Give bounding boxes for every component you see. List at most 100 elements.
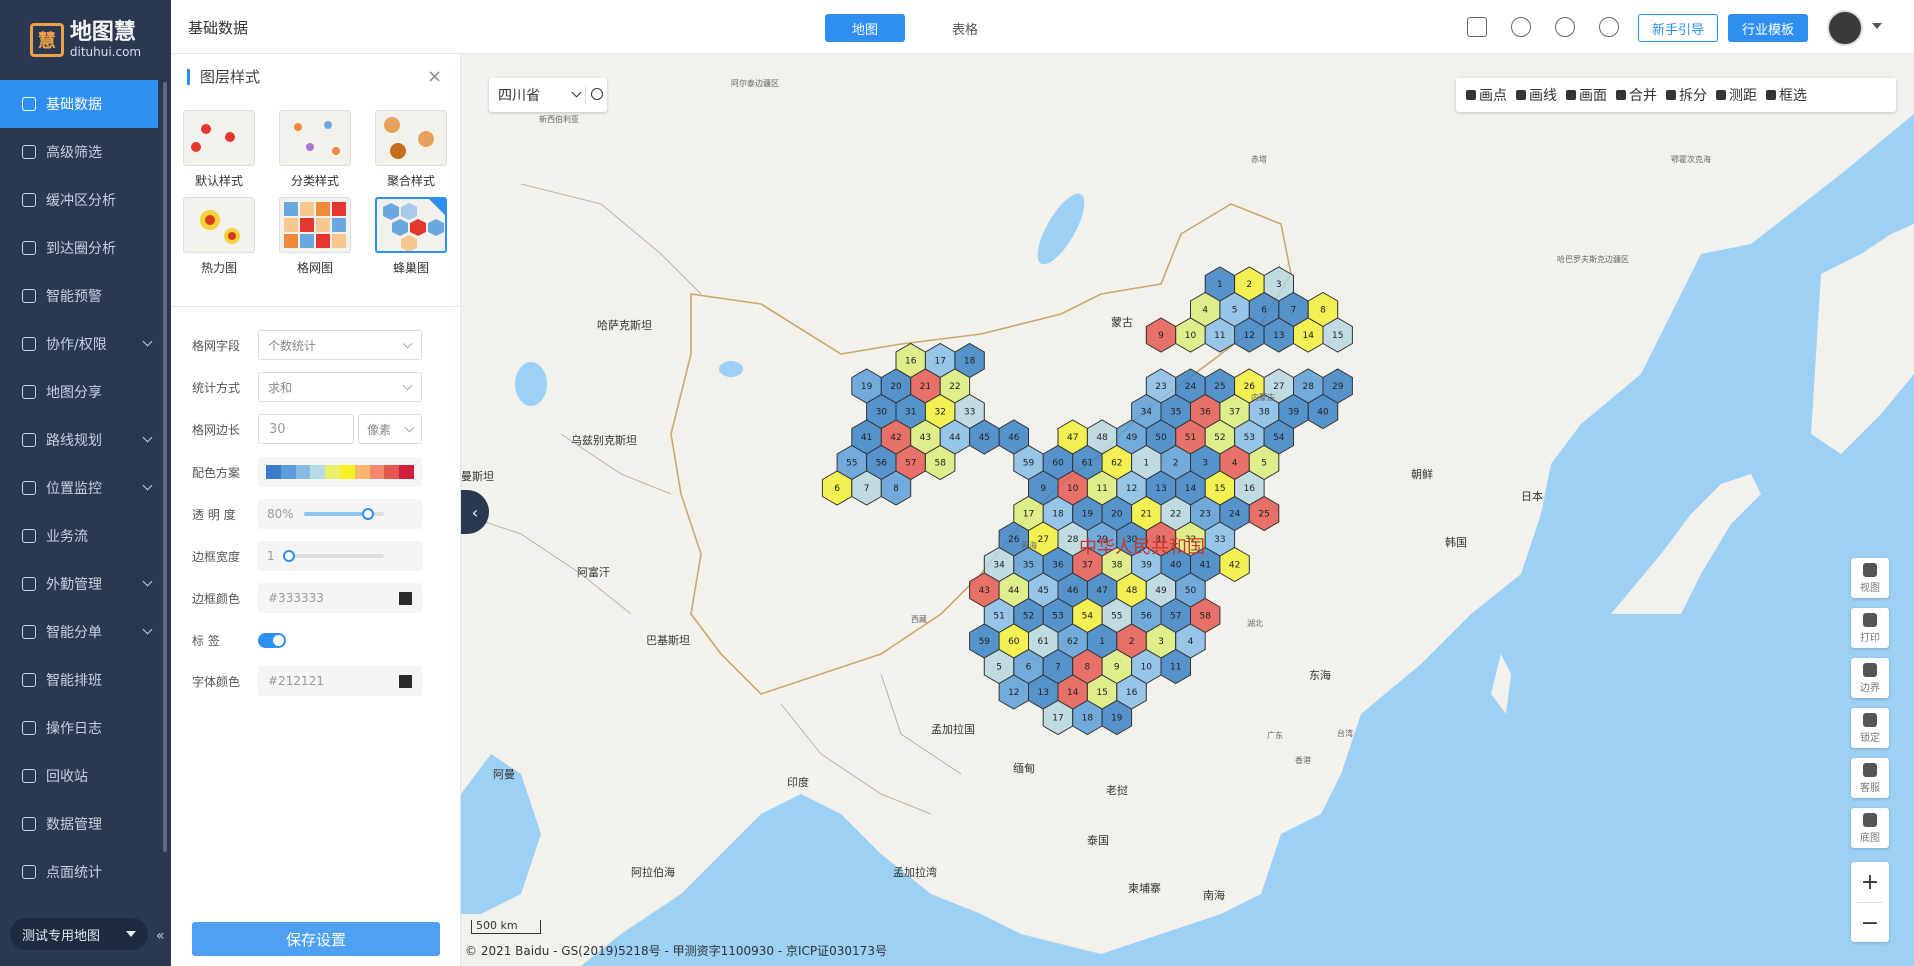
- grid-field-select[interactable]: 个数统计: [258, 330, 422, 360]
- color-scheme-row: 配色方案: [192, 457, 422, 487]
- font-color-input[interactable]: #212121: [258, 666, 422, 696]
- headset-icon[interactable]: [1511, 17, 1531, 37]
- hex-label: 33: [964, 408, 975, 418]
- font-color-swatch[interactable]: [399, 675, 412, 688]
- chevron-down-icon: [142, 336, 153, 347]
- basemap-tool[interactable]: 底图: [1851, 808, 1889, 848]
- label-toggle[interactable]: [258, 633, 286, 648]
- style-grid[interactable]: 格网图: [279, 197, 351, 276]
- sidebar-item-12[interactable]: 智能分单: [0, 608, 171, 656]
- sidebar-item-5[interactable]: 智能预警: [0, 272, 171, 320]
- tool-box-select[interactable]: 框选: [1766, 85, 1807, 105]
- support-tool[interactable]: 客服: [1851, 758, 1889, 798]
- sidebar-item-3[interactable]: 缓冲区分析: [0, 176, 171, 224]
- avatar[interactable]: [1827, 10, 1863, 46]
- zoom-in-button[interactable]: +: [1851, 862, 1889, 902]
- style-honeycomb[interactable]: 蜂巢图: [375, 197, 447, 276]
- style-category[interactable]: 分类样式: [279, 110, 351, 189]
- view-tool[interactable]: 视图: [1851, 558, 1889, 598]
- grid-edge-unit-select[interactable]: 像素: [358, 414, 422, 444]
- hex-label: 17: [934, 357, 945, 367]
- help-icon[interactable]: [1555, 17, 1575, 37]
- chevron-down-icon[interactable]: [571, 87, 582, 98]
- map-label: 赤塔: [1251, 155, 1267, 164]
- sidebar-item-2[interactable]: 高级筛选: [0, 128, 171, 176]
- sidebar-item-6[interactable]: 协作/权限: [0, 320, 171, 368]
- grid-edge-input[interactable]: 30: [258, 414, 354, 444]
- close-icon[interactable]: ×: [427, 66, 442, 87]
- zoom-controls: + −: [1851, 862, 1889, 942]
- border-width-slider[interactable]: 1: [258, 541, 422, 571]
- hex-label: 21: [1141, 510, 1152, 520]
- zoom-out-button[interactable]: −: [1851, 903, 1889, 943]
- sidebar-item-9[interactable]: 位置监控: [0, 464, 171, 512]
- hex-label: 31: [905, 408, 916, 418]
- sidebar-item-10[interactable]: 业务流: [0, 512, 171, 560]
- hex-label: 19: [1111, 714, 1123, 724]
- chevron-down-icon: [142, 624, 153, 635]
- province-search[interactable]: 四川省: [489, 78, 607, 112]
- sidebar-item-label: 外勤管理: [46, 577, 102, 593]
- boundary-tool[interactable]: 边界: [1851, 658, 1889, 698]
- app-logo[interactable]: 慧 地图慧 dituhui.com: [0, 0, 171, 80]
- map-selector[interactable]: 测试专用地图: [10, 918, 148, 950]
- sidebar-scrollbar[interactable]: [163, 82, 167, 852]
- tool-draw-point[interactable]: 画点: [1466, 85, 1507, 105]
- lock-tool[interactable]: 锁定: [1851, 708, 1889, 748]
- opacity-slider-handle[interactable]: [362, 508, 374, 520]
- map-canvas[interactable]: 1 2 3 4 5 6 7 8 9 10 11 12 13 14 15 16 17 18 19 20 21 22 23 24 2…: [461, 54, 1914, 966]
- boundary-icon: [1863, 662, 1877, 677]
- tab-map[interactable]: 地图: [825, 14, 905, 42]
- color-scheme-picker[interactable]: [258, 457, 422, 487]
- border-color-swatch[interactable]: [399, 592, 412, 605]
- hex-label: 50: [1185, 586, 1197, 596]
- industry-template-button[interactable]: 行业模板: [1728, 14, 1808, 42]
- sidebar-item-label: 数据管理: [46, 817, 102, 833]
- tool-measure[interactable]: 测距: [1716, 85, 1757, 105]
- printer-icon: [1863, 612, 1877, 627]
- tool-draw-area[interactable]: 画面: [1566, 85, 1607, 105]
- hex-label: 51: [993, 612, 1004, 622]
- sidebar-item-16[interactable]: 数据管理: [0, 800, 171, 848]
- opacity-slider[interactable]: 80%: [258, 499, 422, 529]
- sidebar-item-8[interactable]: 路线规划: [0, 416, 171, 464]
- collapse-sidebar-button[interactable]: «: [156, 928, 165, 944]
- hex-label: 53: [1052, 612, 1063, 622]
- map-label: 内蒙古: [1251, 393, 1275, 402]
- tool-draw-line[interactable]: 画线: [1516, 85, 1557, 105]
- logo-en-text: dituhui.com: [69, 44, 142, 59]
- tool-merge[interactable]: 合并: [1616, 85, 1657, 105]
- map-label: 乌兹别克斯坦: [571, 434, 637, 447]
- map-label: 蒙古: [1111, 316, 1133, 329]
- sidebar-item-4[interactable]: 到达圈分析: [0, 224, 171, 272]
- hex-label: 1: [1099, 637, 1105, 647]
- search-icon[interactable]: [591, 88, 603, 100]
- tool-split[interactable]: 拆分: [1666, 85, 1707, 105]
- hex-label: 34: [993, 561, 1005, 571]
- sidebar-item-11[interactable]: 外勤管理: [0, 560, 171, 608]
- border-width-slider-handle[interactable]: [283, 550, 295, 562]
- hex-label: 9: [1158, 331, 1164, 341]
- province-select[interactable]: 四川省: [498, 85, 540, 105]
- sidebar-item-14[interactable]: 操作日志: [0, 704, 171, 752]
- style-default[interactable]: 默认样式: [183, 110, 255, 189]
- stat-method-select[interactable]: 求和: [258, 372, 422, 402]
- share-icon[interactable]: [1599, 17, 1619, 37]
- map-label: 青海: [1021, 541, 1037, 550]
- style-cluster[interactable]: 聚合样式: [375, 110, 447, 189]
- tab-table[interactable]: 表格: [925, 14, 1005, 42]
- sidebar-item-1[interactable]: 基础数据: [0, 80, 158, 128]
- sidebar-item-13[interactable]: 智能排班: [0, 656, 171, 704]
- guide-button[interactable]: 新手引导: [1638, 14, 1718, 42]
- sidebar-item-7[interactable]: 地图分享: [0, 368, 171, 416]
- caret-down-icon[interactable]: [1872, 23, 1882, 29]
- sidebar-item-15[interactable]: 回收站: [0, 752, 171, 800]
- sidebar-item-label: 智能分单: [46, 625, 102, 641]
- style-heatmap[interactable]: 热力图: [183, 197, 255, 276]
- border-color-input[interactable]: #333333: [258, 583, 422, 613]
- sidebar-item-17[interactable]: 点面统计: [0, 848, 171, 896]
- print-tool[interactable]: 打印: [1851, 608, 1889, 648]
- hex-label: 20: [890, 382, 902, 392]
- save-settings-button[interactable]: 保存设置: [192, 922, 440, 956]
- fullscreen-icon[interactable]: [1467, 17, 1487, 37]
